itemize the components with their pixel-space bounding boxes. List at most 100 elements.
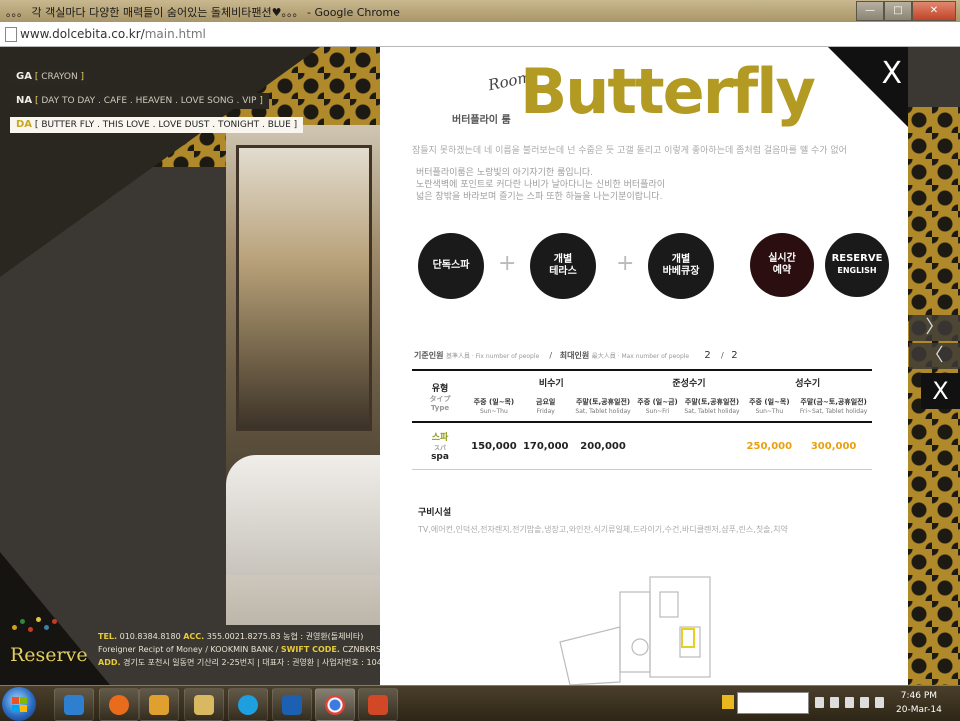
menu-row-ga[interactable]: GA [ CRAYON ]: [10, 69, 91, 85]
taskbar-app[interactable]: [272, 688, 312, 721]
menu-items[interactable]: DAY TO DAY . CAFE . HEAVEN . LOVE SONG .…: [41, 96, 256, 106]
feature-label: 바베큐장: [662, 266, 700, 277]
prev-room-button[interactable]: 〈: [909, 343, 960, 369]
tel-value: 010.8384.8180: [119, 632, 181, 641]
column-en: Fri~Sat, Tablet holiday: [799, 408, 868, 415]
system-clock[interactable]: 7:46 PM 20-Mar-14: [896, 689, 942, 717]
column-en: Sun~Thu: [480, 408, 508, 415]
menu-row-da[interactable]: DA [ BUTTER FLY . THIS LOVE . LOVE DUST …: [10, 117, 304, 133]
rate-table: 유형 タイプ Type 비수기 준성수기 성수기 주중 (일~목) Sun~Thu…: [412, 369, 872, 470]
amenities-title: 구비시설: [418, 508, 452, 518]
rate-cell: 200,000: [571, 422, 635, 470]
type-header: 유형 タイプ Type: [412, 369, 468, 423]
clock-time: 7:46 PM: [900, 691, 938, 701]
type-header-kr: 유형: [431, 383, 449, 394]
flag-icon[interactable]: [830, 697, 839, 708]
season-mid: 준성수기: [634, 369, 744, 393]
column-en: Sat, Tablet holiday: [575, 408, 631, 415]
table-row: 스파 スパ spa 150,000 170,000 200,000 250,00…: [412, 422, 872, 470]
rate-cell: [680, 422, 744, 470]
menu-items[interactable]: BUTTER FLY . THIS LOVE . LOVE DUST . TON…: [41, 120, 290, 130]
menu-key: DA: [16, 119, 33, 130]
foreign-payment: Foreigner Recipt of Money / KOOKMIN BANK…: [98, 645, 279, 654]
firefox-icon: [109, 695, 129, 715]
taskbar-explorer[interactable]: [184, 688, 224, 721]
network-icon[interactable]: [860, 697, 869, 708]
max-capacity-label: 최대인원: [559, 351, 590, 360]
button-label: RESERVE: [831, 253, 883, 264]
column-en: Sat, Tablet holiday: [684, 408, 740, 415]
rate-cell: 150,000: [468, 422, 520, 470]
season-high: 성수기: [743, 369, 872, 393]
bed-image: [226, 455, 382, 575]
plus-icon: +: [498, 251, 517, 276]
column-en: Friday: [536, 408, 555, 415]
feature-terrace: 개별 테라스: [530, 233, 596, 299]
separator: /: [549, 351, 553, 360]
feature-label: 개별: [553, 254, 573, 265]
type-en: spa: [431, 452, 449, 462]
menu-items[interactable]: CRAYON: [41, 72, 77, 82]
base-capacity-value: 2: [704, 350, 711, 361]
rate-cell: 170,000: [519, 422, 572, 470]
minimize-button[interactable]: —: [856, 1, 884, 21]
taskbar-search-input[interactable]: [722, 692, 809, 714]
acc-value: 355.0021.8275.83 농협 : 권영환(돌체비타): [206, 632, 364, 641]
room-intro-line: 잠들지 못하겠는데 네 이름을 불러보는데 넌 수줍은 듯 고갤 돌리고 이렇게…: [412, 146, 847, 156]
separator: /: [720, 351, 724, 360]
page-icon: [5, 27, 17, 42]
media-player-icon: [149, 695, 169, 715]
battery-icon[interactable]: [845, 697, 854, 708]
browser-title-bar: 。。。 각 객실마다 다양한 매력들이 숨어있는 돌체비타팬션♥。。。 - Go…: [0, 0, 960, 23]
desc-line: 넓은 창밖을 바라보며 즐기는 스파 또한 하늘을 나는기분이랍니다.: [416, 192, 663, 202]
next-room-button[interactable]: 〉: [909, 315, 960, 341]
room-menu: GA [ CRAYON ] NA [ DAY TO DAY . CAFE . H…: [10, 64, 304, 136]
column-header: 주말(토,공휴일전) Sat, Tablet holiday: [680, 393, 744, 423]
column-header: 주중 (일~금) Sun~Fri: [634, 393, 681, 423]
address-bar[interactable]: www.dolcebita.co.kr/main.html: [0, 22, 960, 47]
column-kr: 금요일: [536, 398, 556, 406]
button-label: 실시간: [768, 253, 796, 264]
desc-line: 노란색벽에 포인트로 커다란 나비가 날아다니는 신비한 버터플라이: [416, 180, 666, 190]
taskbar-firefox[interactable]: [99, 688, 139, 721]
menu-key: GA: [16, 71, 32, 82]
column-header: 주말(금~토,공휴일전) Fri~Sat, Tablet holiday: [795, 393, 872, 423]
feature-bbq: 개별 바베큐장: [648, 233, 714, 299]
site-footer: TEL. 010.8384.8180 ACC. 355.0021.8275.83…: [98, 630, 428, 669]
feature-label: 단독스파: [432, 260, 470, 271]
button-label: 예약: [772, 265, 792, 276]
room-name-logo: Butterfly: [520, 55, 816, 128]
taskbar-powerpoint[interactable]: [358, 688, 398, 721]
max-capacity-sub: 最大人員 · Max number of people: [591, 353, 690, 360]
base-capacity-label: 기준인원: [414, 351, 444, 360]
room-photo: [226, 125, 382, 625]
column-kr: 주말(토,공휴일전): [575, 398, 631, 406]
taskbar-ie[interactable]: [54, 688, 94, 721]
feature-label: 개별: [671, 254, 691, 265]
column-header: 주말(토,공휴일전) Sat, Tablet holiday: [571, 393, 635, 423]
start-button[interactable]: [2, 687, 36, 721]
taskbar-media[interactable]: [139, 688, 179, 721]
menu-row-na[interactable]: NA [ DAY TO DAY . CAFE . HEAVEN . LOVE S…: [10, 93, 269, 109]
system-tray: [815, 697, 884, 708]
volume-icon[interactable]: [875, 697, 884, 708]
close-panel-button[interactable]: X: [881, 59, 902, 89]
tray-arrow-icon[interactable]: [815, 697, 824, 708]
desc-line: 버터플라이룸은 노랑빛의 아기자기한 룸입니다.: [416, 168, 594, 178]
close-side-button[interactable]: X: [921, 373, 960, 409]
realtime-reservation-button[interactable]: 실시간 예약: [750, 233, 814, 297]
taskbar-skype[interactable]: [228, 688, 268, 721]
reserve-english-button[interactable]: RESERVE ENGLISH: [825, 233, 889, 297]
plus-icon: +: [616, 251, 635, 276]
close-window-button[interactable]: ✕: [912, 1, 956, 21]
taskbar-chrome[interactable]: [315, 688, 355, 721]
floor-plan-image: [559, 576, 711, 685]
url-text[interactable]: www.dolcebita.co.kr/main.html: [20, 27, 206, 41]
capacity-row: 기준인원 基準人員 · Fix number of people / 최대인원 …: [414, 350, 738, 361]
maximize-button[interactable]: □: [884, 1, 912, 21]
tel-label: TEL.: [98, 632, 118, 641]
rate-cell: 300,000: [795, 422, 872, 470]
rate-cell: 250,000: [743, 422, 796, 470]
base-capacity-sub: 基準人員 · Fix number of people: [446, 353, 540, 360]
reserve-link[interactable]: Reserve: [10, 644, 88, 666]
